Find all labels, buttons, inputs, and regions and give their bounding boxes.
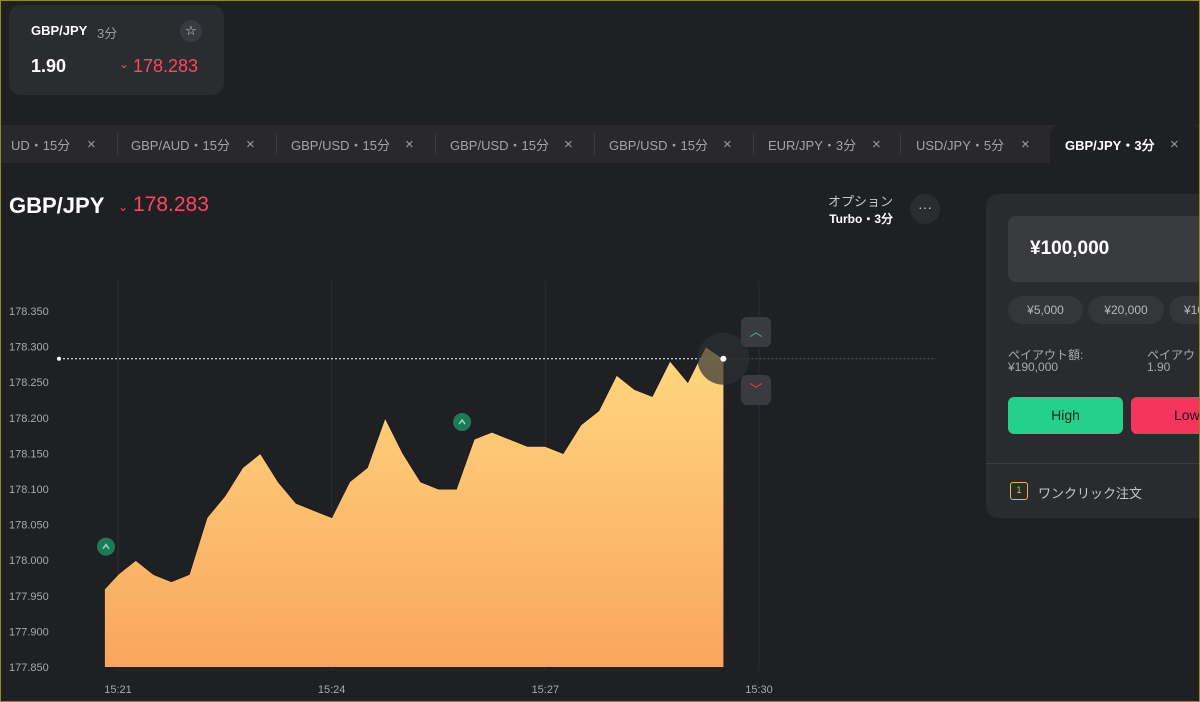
asset-card[interactable]: GBP/JPY 3分 ☆ 1.90 ⌄ 178.283 (9, 5, 224, 95)
tab-4[interactable]: GBP/USD・15分 × (595, 125, 753, 163)
chevron-down-icon[interactable]: ﹀ (741, 375, 771, 405)
price-area (104, 346, 724, 667)
y-tick-label: 178.050 (9, 520, 49, 532)
tab-label: GBP/USD・15分 (291, 137, 390, 153)
one-click-label[interactable]: ワンクリック注文 (1038, 483, 1142, 502)
trade-up-marker (97, 537, 115, 556)
more-dots-icon[interactable]: ··· (910, 194, 940, 224)
tab-separator (117, 133, 118, 155)
x-tick-label: 15:21 (104, 684, 132, 696)
page-title: GBP/JPY (9, 193, 105, 218)
panel-divider (986, 463, 1199, 464)
option-label: オプション (827, 194, 893, 209)
close-icon[interactable]: × (405, 136, 414, 153)
y-tick-label: 178.300 (9, 342, 49, 354)
tab-separator (276, 133, 277, 155)
payout-rate-value: 1.90 (1147, 360, 1171, 374)
y-tick-label: 177.950 (9, 591, 49, 603)
tab-1[interactable]: GBP/AUD・15分 × (118, 125, 276, 163)
current-price-dot (720, 355, 727, 362)
current-price: 178.283 (133, 193, 209, 216)
star-icon[interactable]: ☆ (180, 20, 202, 42)
tab-label: USD/JPY・5分 (916, 137, 1005, 153)
tab-separator (900, 133, 901, 155)
y-tick-label: 178.150 (9, 448, 49, 460)
one-click-icon[interactable]: 1 (1010, 482, 1028, 500)
tab-label: GBP/AUD・15分 (131, 137, 230, 153)
y-tick-label: 178.000 (9, 555, 49, 567)
asset-tabs: UD・15分 × GBP/AUD・15分 × GBP/USD・15分 × GBP… (1, 125, 1199, 163)
close-icon[interactable]: × (564, 136, 573, 153)
price-down-icon: ⌄ (118, 200, 129, 214)
y-tick-label: 178.100 (9, 484, 49, 496)
payout-value: ¥190,000 (1008, 360, 1059, 374)
chevron-up-icon[interactable]: ︿ (741, 317, 771, 347)
trading-screen: GBP/JPY 3分 ☆ 1.90 ⌄ 178.283 UD・15分 × GBP… (0, 0, 1200, 702)
close-icon[interactable]: × (872, 136, 881, 153)
tab-separator (753, 133, 754, 155)
asset-card-price: 178.283 (133, 56, 199, 76)
close-icon[interactable]: × (723, 136, 732, 153)
tab-label: GBP/JPY・3分 (1065, 137, 1155, 153)
tab-label: EUR/JPY・3分 (768, 137, 857, 153)
y-tick-label: 178.200 (9, 413, 49, 425)
tab-2[interactable]: GBP/USD・15分 × (277, 125, 435, 163)
price-down-icon: ⌄ (119, 57, 130, 71)
high-button[interactable]: High (1008, 397, 1123, 434)
tab-3[interactable]: GBP/USD・15分 × (436, 125, 594, 163)
tab-label: GBP/USD・15分 (609, 137, 708, 153)
tab-7-active[interactable]: GBP/JPY・3分 × (1050, 125, 1199, 163)
low-button[interactable]: Low (1131, 397, 1199, 434)
y-tick-label: 177.850 (9, 662, 49, 674)
order-panel: ¥100,000 ¥5,000 ¥20,000 ¥10 ペイアウト額: ¥190… (986, 194, 1199, 518)
y-tick-label: 178.250 (9, 377, 49, 389)
tab-label: GBP/USD・15分 (450, 137, 549, 153)
asset-card-period: 3分 (97, 26, 118, 41)
x-tick-label: 15:27 (532, 684, 560, 696)
asset-card-payout: 1.90 (31, 56, 67, 76)
amount-chip[interactable]: ¥5,000 (1008, 296, 1083, 324)
trade-up-marker (453, 413, 472, 432)
tab-separator (435, 133, 436, 155)
amount-chip[interactable]: ¥10 (1169, 296, 1199, 324)
y-tick-label: 177.900 (9, 626, 49, 638)
asset-card-pair: GBP/JPY (31, 23, 88, 38)
tab-0[interactable]: UD・15分 × (1, 125, 117, 163)
close-icon[interactable]: × (87, 136, 96, 153)
price-chart[interactable]: 15:21 15:24 15:27 15:30 178.350 178.300 178.25… (1, 271, 981, 702)
tab-label: UD・15分 (11, 137, 71, 153)
tab-5[interactable]: EUR/JPY・3分 × (754, 125, 900, 163)
x-tick-label: 15:24 (318, 684, 346, 696)
y-tick-label: 178.350 (9, 306, 49, 318)
close-icon[interactable]: × (1021, 136, 1030, 153)
amount-chip[interactable]: ¥20,000 (1088, 296, 1164, 324)
tab-6[interactable]: USD/JPY・5分 × (901, 125, 1049, 163)
current-price-start-dot (57, 356, 61, 361)
amount-input[interactable]: ¥100,000 (1008, 216, 1199, 282)
close-icon[interactable]: × (1170, 136, 1179, 153)
amount-value: ¥100,000 (1030, 238, 1110, 259)
option-type: Turbo・3分 (829, 212, 893, 226)
close-icon[interactable]: × (246, 136, 255, 153)
x-tick-label: 15:30 (745, 684, 773, 696)
tab-separator (594, 133, 595, 155)
